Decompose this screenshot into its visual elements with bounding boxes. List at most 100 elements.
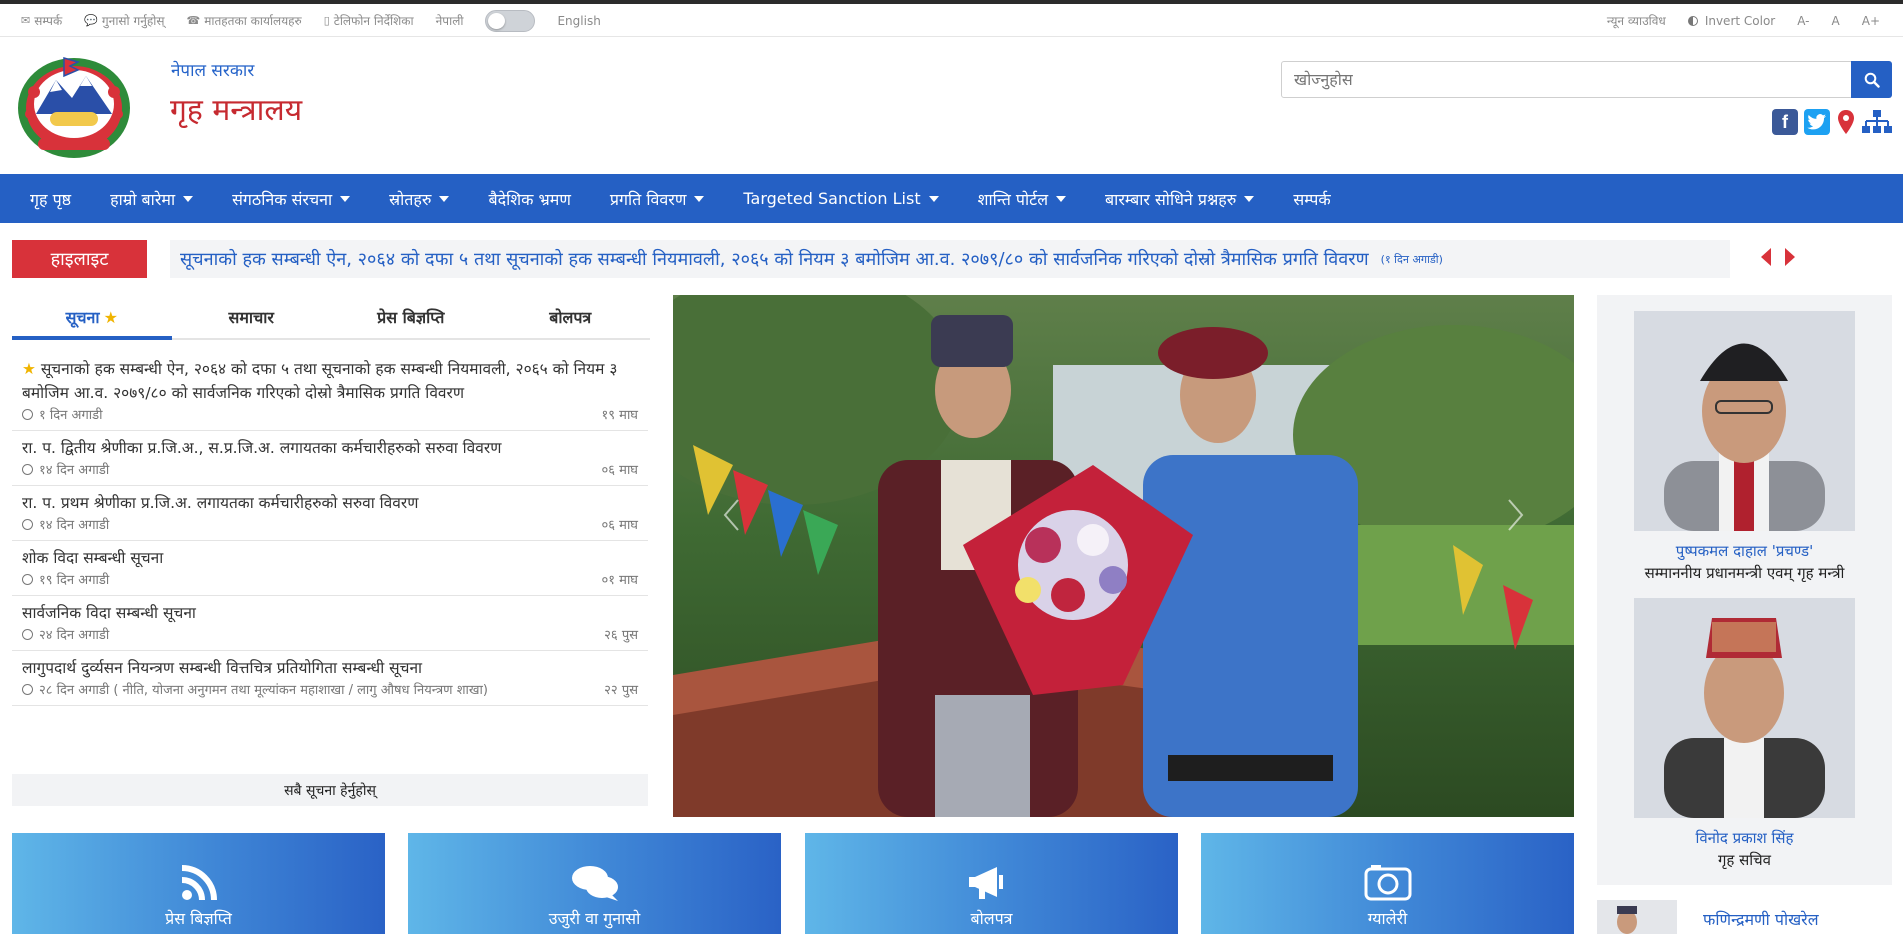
ticker-prev-icon[interactable] [1761,248,1771,266]
search-button[interactable] [1851,61,1892,98]
font-decrease-button[interactable]: A- [1797,14,1809,28]
clock-icon [22,684,33,695]
invert-color-button[interactable]: Invert Color [1687,14,1775,28]
highlight-text[interactable]: सूचनाको हक सम्बन्धी ऐन, २०६४ को दफा ५ तथ… [180,247,1369,271]
nav-item-8[interactable]: बारम्बार सोधिने प्रश्नहरु [1105,174,1255,223]
directory-link[interactable]: ▯ टेलिफोन निर्देशिका [324,12,414,29]
notice-title[interactable]: रा. प. द्वितीय श्रेणीका प्र.जि.अ., स.प्र… [22,436,638,460]
nav-item-3[interactable]: स्रोतहरु [389,174,450,223]
lang-nepali[interactable]: नेपाली [436,12,464,29]
notice-title-text: सूचनाको हक सम्बन्धी ऐन, २०६४ को दफा ५ तथ… [22,360,618,402]
nav-item-label: बैदेशिक भ्रमण [488,189,571,209]
notice-title[interactable]: रा. प. प्रथम श्रेणीका प्र.जि.अ. लगायतका … [22,491,638,515]
phone-icon: ☎ [186,14,201,27]
twitter-icon[interactable] [1804,109,1830,135]
social-links: f [1772,109,1892,135]
official-card-3[interactable]: फणिन्द्रमणी पोखरेल [1597,900,1892,934]
clock-icon [22,464,33,475]
tab-tender[interactable]: बोलपत्र [491,296,651,338]
nav-item-label: बारम्बार सोधिने प्रश्नहरु [1105,189,1237,209]
notice-item[interactable]: शोक विदा सम्बन्धी सूचना १९ दिन अगाडी ०१ मा… [12,541,648,596]
notice-title[interactable]: शोक विदा सम्बन्धी सूचना [22,546,638,570]
official-name-3[interactable]: फणिन्द्रमणी पोखरेल [1703,908,1819,930]
notice-item[interactable]: लागुपदार्थ दुर्व्यसन नियन्त्रण सम्बन्धी … [12,651,648,706]
nav-item-4[interactable]: बैदेशिक भ्रमण [488,174,570,223]
caret-down-icon [1056,195,1067,202]
grievance-link[interactable]: 💬 गुनासो गर्नुहोस् [84,12,164,29]
notice-date: ०६ माघ [601,518,638,533]
notice-title-text: रा. प. द्वितीय श्रेणीका प्र.जि.अ., स.प्र… [22,439,502,457]
photo-slider[interactable] [673,295,1574,817]
notice-ago-text: २४ दिन अगाडी [39,628,110,643]
tab-notice[interactable]: सूचना ★ [12,296,172,340]
notice-meta: १४ दिन अगाडी ०६ माघ [22,461,638,481]
notice-title[interactable]: लागुपदार्थ दुर्व्यसन नियन्त्रण सम्बन्धी … [22,656,638,680]
official-portrait-3 [1597,900,1677,934]
notice-item[interactable]: ★ सूचनाको हक सम्बन्धी ऐन, २०६४ को दफा ५ … [12,352,648,431]
notice-ago-text: १ दिन अगाडी [39,408,103,423]
font-increase-button[interactable]: A+ [1862,14,1880,28]
map-marker-icon[interactable] [1836,109,1856,135]
highlight-ago: (१ दिन अगाडी) [1380,252,1443,266]
see-all-notices-button[interactable]: सबै सूचना हेर्नुहोस् [12,774,648,806]
language-toggle[interactable] [485,9,536,32]
government-name: नेपाल सरकार [171,61,255,81]
official-role-2: गृह सचिव [1717,851,1772,869]
official-name-1[interactable]: पुष्पकमल दाहाल 'प्रचण्ड' [1634,541,1855,561]
notice-title-text: लागुपदार्थ दुर्व्यसन नियन्त्रण सम्बन्धी … [22,659,423,677]
official-name-2[interactable]: विनोद प्रकाश सिंह [1634,828,1855,848]
comments-icon [571,866,618,901]
bullhorn-icon [968,867,1003,899]
ticker-next-icon[interactable] [1785,248,1795,266]
official-portrait-2 [1634,598,1855,818]
notice-title-text: रा. प. प्रथम श्रेणीका प्र.जि.अ. लगायतका … [22,494,419,512]
facebook-icon[interactable]: f [1772,109,1798,135]
government-emblem-logo[interactable] [14,52,134,160]
nav-item-1[interactable]: हाम्रो बारेमा [110,174,194,223]
notice-item[interactable]: रा. प. द्वितीय श्रेणीका प्र.जि.अ., स.प्र… [12,431,648,486]
contact-link[interactable]: ✉ सम्पर्क [21,12,62,29]
tile-label: प्रेस बिज्ञप्ति [165,909,232,928]
star-icon: ★ [22,360,41,378]
complaint-tile[interactable]: उजुरी वा गुनासो [408,833,781,934]
nav-item-6[interactable]: Targeted Sanction List [743,174,939,223]
press-release-tile[interactable]: प्रेस बिज्ञप्ति [12,833,385,934]
notice-item[interactable]: रा. प. प्रथम श्रेणीका प्र.जि.अ. लगायतका … [12,486,648,541]
gallery-tile[interactable]: ग्यालेरी [1201,833,1574,934]
highlight-ticker[interactable]: सूचनाको हक सम्बन्धी ऐन, २०६४ को दफा ५ तथ… [170,240,1730,278]
font-reset-button[interactable]: A [1832,14,1840,28]
notice-meta: १ दिन अगाडी १९ माघ [22,406,638,426]
nav-item-2[interactable]: संगठनिक संरचना [232,174,351,223]
nav-item-5[interactable]: प्रगति विवरण [610,174,705,223]
clock-icon [22,519,33,530]
tile-label: उजुरी वा गुनासो [548,909,641,928]
nav-item-label: सम्पर्क [1293,189,1331,209]
nav-item-0[interactable]: गृह पृष्ठ [30,174,71,223]
notice-date: २२ पुस [604,683,638,698]
lang-english[interactable]: English [557,14,600,28]
nav-item-7[interactable]: शान्ति पोर्टल [978,174,1067,223]
notice-meta: २४ दिन अगाडी २६ पुस [22,626,638,646]
notice-item[interactable]: सार्वजनिक विदा सम्बन्धी सूचना २४ दिन अगाड… [12,596,648,651]
notice-title[interactable]: सार्वजनिक विदा सम्बन्धी सूचना [22,601,638,625]
official-card-2[interactable]: विनोद प्रकाश सिंह गृह सचिव [1634,598,1855,870]
search-icon [1864,72,1880,88]
nav-item-label: हाम्रो बारेमा [110,189,176,209]
tender-tile[interactable]: बोलपत्र [805,833,1178,934]
tile-label: बोलपत्र [970,909,1013,928]
minimal-view-link[interactable]: न्यून व्याउविध [1607,12,1666,29]
offices-link[interactable]: ☎ मातहतका कार्यालयहरु [186,12,301,29]
notice-ago-text: १४ दिन अगाडी [39,463,110,478]
ministry-title[interactable]: गृह मन्त्रालय [170,88,302,129]
notice-date: २६ पुस [604,628,638,643]
main-navigation: गृह पृष्ठ हाम्रो बारेमा संगठनिक संरचना स्रो… [0,174,1903,223]
sitemap-icon[interactable] [1862,109,1892,135]
tab-news[interactable]: समाचार [172,296,332,338]
tab-press-release[interactable]: प्रेस बिज्ञप्ति [331,296,491,338]
search-input[interactable] [1281,61,1853,98]
utility-bar: ✉ सम्पर्क 💬 गुनासो गर्नुहोस् ☎ मातहतका क… [0,4,1903,37]
official-card-1[interactable]: पुष्पकमल दाहाल 'प्रचण्ड' सम्माननीय प्रधा… [1634,311,1855,583]
notice-title[interactable]: ★ सूचनाको हक सम्बन्धी ऐन, २०६४ को दफा ५ … [22,357,638,405]
nav-item-9[interactable]: सम्पर्क [1293,174,1330,223]
notice-ago-text: २८ दिन अगाडी ( नीति, योजना अनुगमन तथा मू… [39,683,488,698]
